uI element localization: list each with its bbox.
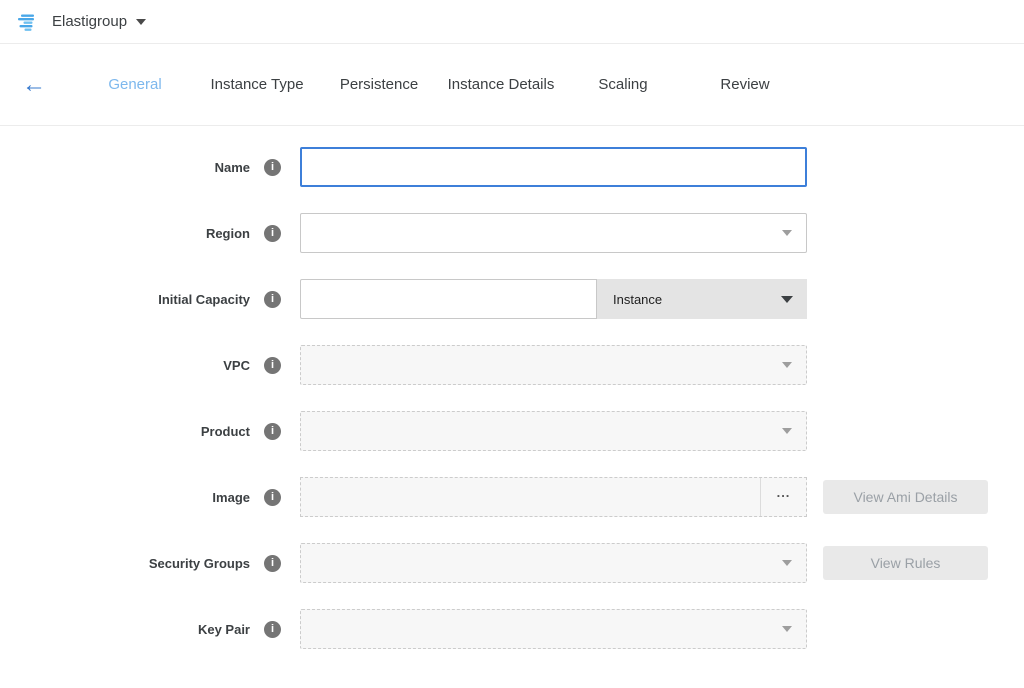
image-label: Image: [0, 490, 250, 505]
chevron-down-icon: [782, 560, 792, 566]
info-icon[interactable]: i: [264, 555, 281, 572]
general-form: Name i Region i Initial Capacity i Insta…: [0, 126, 1024, 649]
initial-capacity-label: Initial Capacity: [0, 292, 250, 307]
info-icon[interactable]: i: [264, 489, 281, 506]
wizard-tabs: General Instance Type Persistence Instan…: [74, 76, 806, 93]
form-row-product: Product i: [0, 411, 1024, 451]
key-pair-label: Key Pair: [0, 622, 250, 637]
tab-review[interactable]: Review: [684, 76, 806, 93]
form-row-image: Image i ... View Ami Details: [0, 477, 1024, 517]
info-icon[interactable]: i: [264, 423, 281, 440]
vpc-label: VPC: [0, 358, 250, 373]
form-row-name: Name i: [0, 147, 1024, 187]
image-input-value: [301, 478, 760, 516]
tab-scaling[interactable]: Scaling: [562, 76, 684, 93]
info-icon[interactable]: i: [264, 225, 281, 242]
security-groups-select: [300, 543, 807, 583]
info-icon[interactable]: i: [264, 357, 281, 374]
capacity-unit-value: Instance: [613, 292, 662, 307]
form-row-initial-capacity: Initial Capacity i Instance: [0, 279, 1024, 319]
app-title[interactable]: Elastigroup: [52, 13, 127, 30]
info-icon[interactable]: i: [264, 621, 281, 638]
chevron-down-icon: [782, 626, 792, 632]
tab-instance-type[interactable]: Instance Type: [196, 76, 318, 93]
chevron-down-icon: [781, 296, 793, 303]
initial-capacity-input[interactable]: [300, 279, 597, 319]
chevron-down-icon: [782, 428, 792, 434]
security-groups-label: Security Groups: [0, 556, 250, 571]
chevron-down-icon: [782, 230, 792, 236]
region-label: Region: [0, 226, 250, 241]
tab-instance-details[interactable]: Instance Details: [440, 76, 562, 93]
info-icon[interactable]: i: [264, 291, 281, 308]
tab-general[interactable]: General: [74, 76, 196, 93]
app-header: Elastigroup: [0, 0, 1024, 44]
capacity-unit-select[interactable]: Instance: [597, 279, 807, 319]
wizard-tab-bar: ← General Instance Type Persistence Inst…: [0, 44, 1024, 126]
product-select: [300, 411, 807, 451]
form-row-region: Region i: [0, 213, 1024, 253]
chevron-down-icon[interactable]: [136, 19, 146, 25]
form-row-security-groups: Security Groups i View Rules: [0, 543, 1024, 583]
key-pair-select: [300, 609, 807, 649]
elastigroup-logo-icon: [16, 10, 40, 34]
back-arrow-icon[interactable]: ←: [22, 73, 46, 97]
form-row-vpc: VPC i: [0, 345, 1024, 385]
product-label: Product: [0, 424, 250, 439]
image-browse-button[interactable]: ...: [760, 478, 806, 516]
form-row-key-pair: Key Pair i: [0, 609, 1024, 649]
image-input: ...: [300, 477, 807, 517]
vpc-select: [300, 345, 807, 385]
view-ami-details-button[interactable]: View Ami Details: [823, 480, 988, 514]
chevron-down-icon: [782, 362, 792, 368]
view-rules-button[interactable]: View Rules: [823, 546, 988, 580]
tab-persistence[interactable]: Persistence: [318, 76, 440, 93]
region-select[interactable]: [300, 213, 807, 253]
name-input[interactable]: [300, 147, 807, 187]
info-icon[interactable]: i: [264, 159, 281, 176]
name-label: Name: [0, 160, 250, 175]
